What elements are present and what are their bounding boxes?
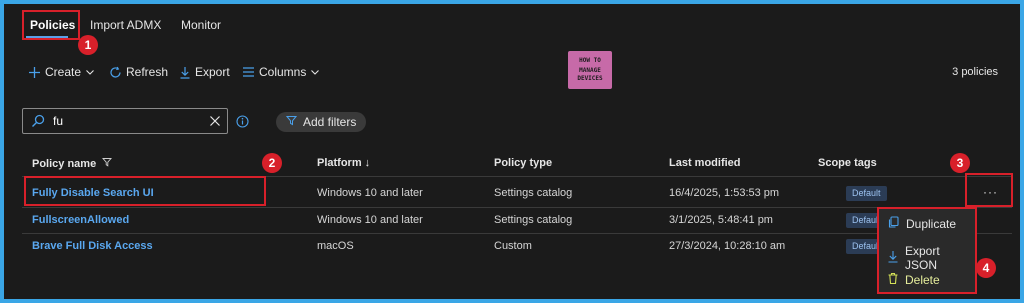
callout-box-policies-tab [22,10,80,40]
platform-cell: Windows 10 and later [317,214,423,226]
add-filters-label: Add filters [303,115,357,129]
search-icon [31,114,45,131]
search-input[interactable] [53,113,193,129]
delete-menu-item[interactable]: Delete [887,272,940,288]
download-icon [887,250,899,266]
callout-box-policy-row [24,176,266,206]
column-header-scope-tags[interactable]: Scope tags [818,157,877,169]
tab-monitor[interactable]: Monitor [181,18,221,32]
add-filters-button[interactable]: Add filters [276,112,367,132]
column-header-platform[interactable]: Platform ↓ [317,157,370,169]
download-icon [179,66,191,79]
scope-tag-badge: Default [846,186,887,201]
column-header-policy-name[interactable]: Policy name [32,157,113,170]
platform-cell: macOS [317,240,354,252]
refresh-icon [109,66,122,79]
refresh-button[interactable]: Refresh [109,64,168,80]
row-divider [22,207,1012,208]
policy-type-cell: Settings catalog [494,187,573,199]
policy-type-cell: Custom [494,240,532,252]
duplicate-menu-item[interactable]: Duplicate [887,216,956,232]
columns-icon [242,66,255,78]
column-header-last-modified[interactable]: Last modified [669,157,741,169]
row-context-menu: Duplicate Export JSON Delete [877,207,977,294]
info-icon[interactable] [236,115,249,131]
policy-name-header-label: Policy name [32,157,97,170]
callout-badge: 2 [262,153,282,173]
last-modified-cell: 27/3/2024, 10:28:10 am [669,240,786,252]
columns-button[interactable]: Columns [242,64,320,80]
callout-badge: 1 [78,35,98,55]
filter-icon [285,115,298,129]
callout-badge: 4 [976,258,996,278]
last-modified-cell: 16/4/2025, 1:53:53 pm [669,187,780,199]
last-modified-cell: 3/1/2025, 5:48:41 pm [669,214,773,226]
export-button[interactable]: Export [179,64,230,80]
plus-icon [28,66,41,79]
policy-name-link[interactable]: Brave Full Disk Access [32,240,153,252]
row-divider [22,233,1012,234]
search-box[interactable] [22,108,228,134]
delete-label: Delete [905,273,940,287]
policies-panel [4,4,1020,299]
trash-icon [887,272,899,288]
chevron-down-icon [310,67,320,77]
clear-search-icon[interactable] [209,115,221,130]
export-json-menu-item[interactable]: Export JSON [887,244,975,272]
create-label: Create [45,65,82,79]
column-header-policy-type[interactable]: Policy type [494,157,552,169]
callout-badge: 3 [950,153,970,173]
tab-import-admx[interactable]: Import ADMX [90,18,161,32]
export-label: Export [195,65,230,79]
policy-name-link[interactable]: FullscreenAllowed [32,214,129,226]
platform-cell: Windows 10 and later [317,187,423,199]
duplicate-label: Duplicate [906,217,957,231]
refresh-label: Refresh [126,65,169,79]
export-json-label: Export JSON [905,244,940,272]
chevron-down-icon [85,67,95,77]
create-button[interactable]: Create [28,64,95,80]
filter-icon[interactable] [102,157,113,170]
policy-count: 3 policies [952,66,998,78]
callout-box-more-actions [965,173,1013,207]
how-to-manage-devices-logo: HOW TO MANAGE DEVICES [568,51,612,89]
columns-label: Columns [259,65,307,79]
policy-type-cell: Settings catalog [494,214,573,226]
copy-icon [887,216,900,232]
